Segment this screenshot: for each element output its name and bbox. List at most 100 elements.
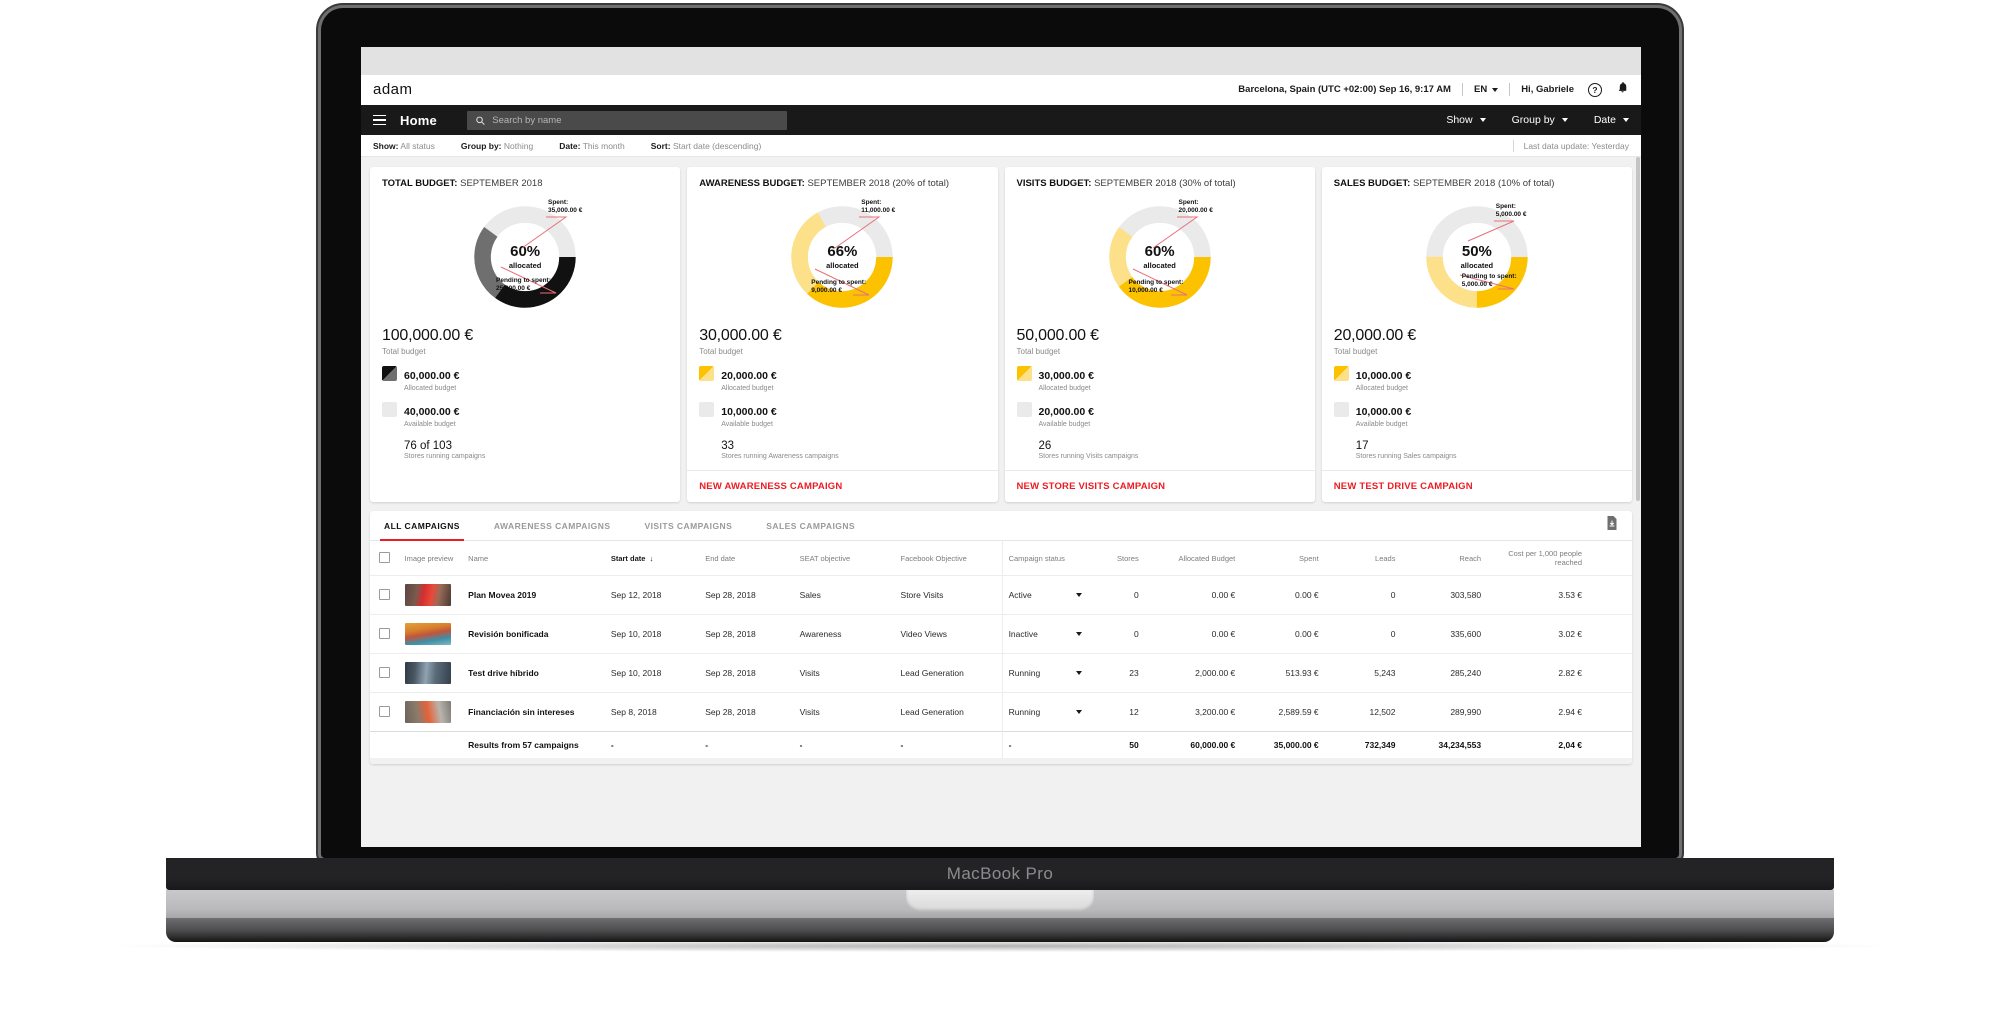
swatch-allocated-icon — [699, 366, 715, 381]
tab-awareness-campaigns[interactable]: AWARENESS CAMPAIGNS — [494, 511, 611, 541]
col-facebook-objective[interactable]: Facebook Objective — [895, 541, 1003, 576]
total-budget-amount: 50,000.00 € — [1016, 327, 1100, 344]
laptop-notch — [906, 890, 1094, 912]
new-store-visits-campaign-button[interactable]: NEW STORE VISITS CAMPAIGN — [1004, 470, 1315, 502]
campaign-thumbnail — [404, 662, 451, 684]
filter-sort[interactable]: Sort: Start date (descending) — [651, 141, 762, 151]
row-checkbox[interactable] — [378, 705, 390, 717]
legend-allocated: 30,000.00 € Allocated budget — [1016, 366, 1303, 392]
row-campaign-status[interactable]: Running — [1001, 692, 1090, 732]
col-start-date[interactable]: Start date ↓ — [605, 541, 699, 576]
col-leads[interactable]: Leads — [1325, 541, 1402, 576]
allocated-amount: 30,000.00 € — [1038, 370, 1094, 382]
show-dropdown[interactable]: Show — [1446, 114, 1486, 126]
card-title-rest: SEPTEMBER 2018 — [460, 178, 543, 189]
callout-pending-label: Pending to spent: — [496, 277, 551, 284]
new-awareness-campaign-button[interactable]: NEW AWARENESS CAMPAIGN — [687, 470, 998, 502]
laptop-base: MacBook Pro — [166, 858, 1834, 890]
row-checkbox[interactable] — [378, 627, 390, 639]
table-row[interactable]: Revisión bonificada Sep 10, 2018 Sep 28,… — [370, 614, 1632, 654]
col-campaign-status[interactable]: Campaign status — [1001, 541, 1090, 576]
chevron-down-icon[interactable] — [1075, 632, 1082, 636]
donut-chart-sales: 50% allocated Spent: 5,000.00 € Pending … — [1322, 193, 1632, 321]
filter-show[interactable]: Show: All status — [373, 141, 435, 151]
chevron-down-icon[interactable] — [1075, 710, 1082, 714]
row-select-cell[interactable] — [370, 693, 399, 732]
col-stores[interactable]: Stores — [1090, 541, 1145, 576]
date-dropdown[interactable]: Date — [1594, 114, 1629, 126]
col-seat-objective[interactable]: SEAT objective — [794, 541, 895, 576]
callout-spent-value: 20,000.00 € — [1178, 207, 1213, 215]
allocated-label: Allocated budget — [404, 385, 457, 392]
row-campaign-status[interactable]: Active — [1001, 575, 1090, 615]
card-body: 20,000.00 € Total budget 10,000.00 € All… — [1322, 321, 1632, 470]
search-input[interactable] — [492, 114, 779, 126]
stores-running-label: Stores running Sales campaigns — [1355, 453, 1457, 460]
chevron-down-icon[interactable] — [1075, 671, 1082, 675]
stores-running: 33 Stores running Awareness campaigns — [699, 440, 985, 470]
row-status-label: Running — [1008, 707, 1041, 717]
row-select-cell[interactable] — [370, 576, 399, 615]
table-row[interactable]: Financiación sin intereses Sep 8, 2018 S… — [370, 692, 1632, 732]
callout-spent-label: Spent: — [861, 199, 882, 206]
vertical-scrollbar[interactable] — [1636, 157, 1640, 501]
horizontal-scrollbar[interactable] — [370, 758, 1632, 764]
main-content: TOTAL BUDGET: SEPTEMBER 2018 60% allocat… — [361, 157, 1641, 847]
export-button[interactable] — [1606, 516, 1618, 535]
row-campaign-status[interactable]: Running — [1001, 653, 1090, 693]
swatch-allocated-icon — [1333, 366, 1349, 381]
row-allocated-budget: 2,000.00 € — [1195, 668, 1236, 678]
allocated-amount: 10,000.00 € — [1355, 370, 1412, 382]
callout-spent: Spent: 20,000.00 € — [1179, 199, 1213, 215]
available-amount: 20,000.00 € — [1038, 406, 1094, 418]
row-name: Plan Movea 2019 — [468, 590, 537, 600]
col-allocated-budget[interactable]: Allocated Budget — [1145, 541, 1242, 576]
last-data-update: Last data update: Yesterday — [1523, 140, 1629, 151]
tab-sales-campaigns[interactable]: SALES CAMPAIGNS — [766, 511, 855, 541]
row-status-label: Running — [1008, 668, 1041, 678]
stores-running-value: 17 — [1355, 440, 1369, 452]
group-by-dropdown[interactable]: Group by — [1512, 114, 1568, 126]
campaign-thumbnail — [404, 701, 451, 723]
bell-icon[interactable] — [1616, 80, 1629, 99]
help-icon[interactable]: ? — [1588, 82, 1602, 97]
filter-group-by[interactable]: Group by: Nothing — [461, 141, 533, 151]
row-overflow — [1588, 615, 1632, 654]
adam-logo[interactable]: adam — [373, 81, 413, 98]
col-end-date[interactable]: End date — [699, 541, 793, 576]
user-greeting[interactable]: Hi, Gabriele — [1521, 84, 1574, 95]
language-selector[interactable]: EN — [1474, 84, 1499, 95]
available-label: Available budget — [1038, 421, 1091, 428]
col-cost-per-1000[interactable]: Cost per 1,000 people reached — [1487, 541, 1588, 576]
row-select-cell[interactable] — [370, 615, 399, 654]
search-box[interactable] — [466, 110, 787, 130]
row-select-cell[interactable] — [370, 654, 399, 693]
screenshot-stage: adam Barcelona, Spain (UTC +02:00) Sep 1… — [0, 0, 2000, 1033]
row-checkbox[interactable] — [378, 666, 390, 678]
select-all-cell[interactable] — [370, 541, 399, 576]
new-test-drive-campaign-button[interactable]: NEW TEST DRIVE CAMPAIGN — [1321, 470, 1632, 502]
col-spent[interactable]: Spent — [1241, 541, 1324, 576]
col-name[interactable]: Name — [462, 541, 605, 576]
row-campaign-status[interactable]: Inactive — [1001, 614, 1090, 654]
table-row[interactable]: Test drive híbrido Sep 10, 2018 Sep 28, … — [370, 653, 1632, 693]
card-title-bold: AWARENESS BUDGET: — [699, 178, 805, 189]
totals-facebook-objective: - — [900, 740, 904, 750]
card-title-bold: TOTAL BUDGET: — [382, 178, 458, 189]
tab-visits-campaigns[interactable]: VISITS CAMPAIGNS — [644, 511, 732, 541]
chevron-down-icon[interactable] — [1075, 593, 1082, 597]
select-all-checkbox[interactable] — [378, 551, 390, 563]
row-checkbox[interactable] — [378, 588, 390, 600]
tab-all-campaigns[interactable]: ALL CAMPAIGNS — [380, 511, 464, 541]
hamburger-icon[interactable] — [373, 114, 386, 126]
row-overflow — [1588, 654, 1632, 693]
row-allocated-budget: 0.00 € — [1211, 629, 1236, 639]
table-row[interactable]: Plan Movea 2019 Sep 12, 2018 Sep 28, 201… — [370, 575, 1632, 615]
row-leads: 5,243 — [1374, 668, 1396, 678]
row-spent: 513.93 € — [1285, 668, 1319, 678]
col-reach[interactable]: Reach — [1401, 541, 1487, 576]
main-navbar: Home Show Group by Date — [361, 105, 1641, 135]
filter-date-label: Date: — [559, 140, 581, 151]
row-start-date: Sep 10, 2018 — [610, 629, 662, 639]
filter-date[interactable]: Date: This month — [559, 141, 625, 151]
